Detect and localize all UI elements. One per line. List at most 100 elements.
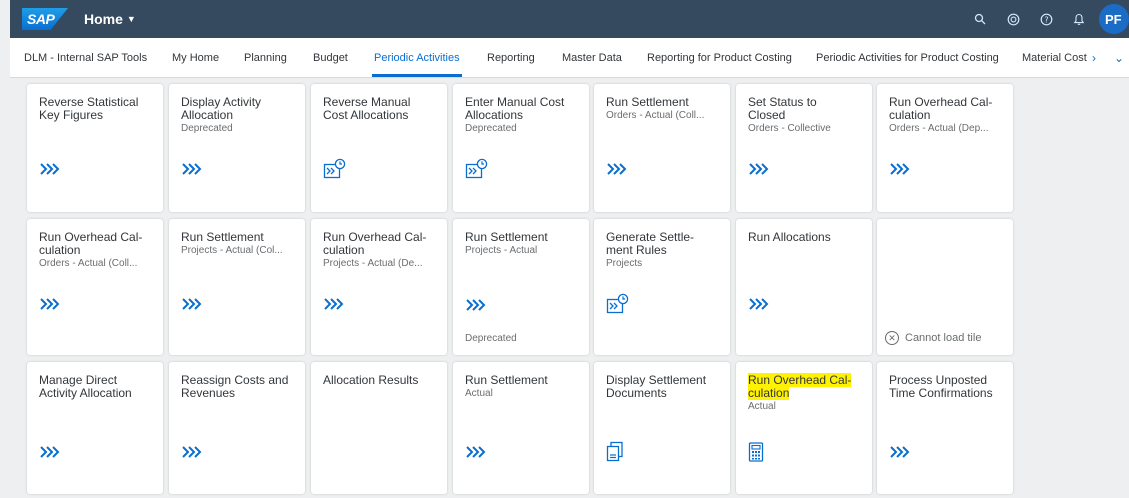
tile-display-activity-allocation[interactable]: Display Activity Allocation Deprecated <box>169 84 305 212</box>
shell-bar: SAP Home ▼ ? PF <box>10 0 1129 38</box>
chevrons-icon <box>889 441 913 463</box>
user-avatar[interactable]: PF <box>1099 4 1129 34</box>
tile-title: Process Unposted Time Confirmations <box>889 374 1009 400</box>
tile-generate-settle-ment-rules[interactable]: Generate Settle- ment Rules Projects <box>594 219 730 355</box>
scheduled-job-icon <box>606 293 630 315</box>
tile-title: Display Settlement Documents <box>606 374 726 400</box>
svg-text:?: ? <box>1044 15 1048 24</box>
chevron-down-icon[interactable]: ⌄ <box>1114 38 1124 77</box>
tile-subtitle: Projects - Actual (De... <box>323 258 423 269</box>
tile-enter-manual-cost-allocations[interactable]: Enter Manual Cost Allocations Deprecated <box>453 84 589 212</box>
chevron-right-icon[interactable]: › <box>1092 38 1096 77</box>
tile-title-text: Display Settlement Documents <box>606 373 707 400</box>
scheduled-job-icon <box>465 158 489 180</box>
chevrons-icon <box>39 293 63 315</box>
tile-reassign-costs-and-revenues[interactable]: Reassign Costs and Revenues <box>169 362 305 494</box>
tile-title: Run Settlement Actual <box>465 374 585 400</box>
notifications-icon[interactable] <box>1066 6 1092 32</box>
tile-process-unposted-time-confirmations[interactable]: Process Unposted Time Confirmations <box>877 362 1013 494</box>
tile-subtitle: Orders - Actual (Coll... <box>606 110 705 121</box>
tile-cannot-load-tile[interactable]: ✕ Cannot load tile <box>877 219 1013 355</box>
tile-run-overhead-cal-culation[interactable]: Run Overhead Cal- culation Projects - Act… <box>311 219 447 355</box>
tile-run-overhead-cal-culation[interactable]: Run Overhead Cal- culation Orders - Actua… <box>877 84 1013 212</box>
tile-error: ✕ Cannot load tile <box>885 331 981 345</box>
tab-reporting[interactable]: Reporting <box>487 38 535 77</box>
tile-subtitle: Deprecated <box>181 123 233 134</box>
tab-dlm-internal-sap-tools[interactable]: DLM - Internal SAP Tools <box>24 38 147 77</box>
tab-material-cost[interactable]: Material Cost <box>1022 38 1087 77</box>
chevrons-icon <box>748 158 772 180</box>
tile-title: Generate Settle- ment Rules Projects <box>606 231 726 270</box>
tab-periodic-activities[interactable]: Periodic Activities <box>372 38 462 77</box>
calculator-icon <box>748 441 772 463</box>
tab-periodic-activities-product-costing[interactable]: Periodic Activities for Product Costing <box>816 38 999 77</box>
tile-title: Display Activity Allocation Deprecated <box>181 96 301 135</box>
tile-title: Run Overhead Cal- culation Orders - Actua… <box>889 96 1009 135</box>
tile-display-settlement-documents[interactable]: Display Settlement Documents <box>594 362 730 494</box>
tile-subtitle: Projects - Actual <box>465 245 538 256</box>
tile-title: Manage Direct Activity Allocation <box>39 374 159 400</box>
documents-icon <box>606 441 630 463</box>
tile-title-text: Run Settlement <box>606 95 689 109</box>
help-icon[interactable]: ? <box>1033 6 1059 32</box>
tile-run-allocations[interactable]: Run Allocations <box>736 219 872 355</box>
tile-set-status-to-closed[interactable]: Set Status to Closed Orders - Collective <box>736 84 872 212</box>
chevrons-icon <box>606 158 630 180</box>
tile-title-text: Manage Direct Activity Allocation <box>39 373 132 400</box>
tile-title-text: Process Unposted Time Confirmations <box>889 373 993 400</box>
home-menu-button[interactable]: Home ▼ <box>84 11 136 27</box>
tile-reverse-manual-cost-allocations[interactable]: Reverse Manual Cost Allocations <box>311 84 447 212</box>
tile-title-text: Run Allocations <box>748 230 831 244</box>
tab-master-data[interactable]: Master Data <box>562 38 622 77</box>
tile-title: Run Overhead Cal- culation Actual <box>748 373 868 413</box>
error-circle-icon: ✕ <box>885 331 899 345</box>
tile-title: Run Settlement Projects - Actual <box>465 231 585 257</box>
tile-title-text: Run Overhead Cal- culation <box>748 373 852 400</box>
tab-reporting-product-costing[interactable]: Reporting for Product Costing <box>647 38 792 77</box>
tile-title-text: Allocation Results <box>323 373 419 387</box>
tile-title-text: Enter Manual Cost Allocations <box>465 95 565 122</box>
chevrons-icon <box>181 293 205 315</box>
tile-run-overhead-cal-culation[interactable]: Run Overhead Cal- culation Actual <box>736 362 872 494</box>
tile-subtitle: Orders - Actual (Dep... <box>889 123 989 134</box>
tile-subtitle: Actual <box>748 401 776 412</box>
chevrons-icon <box>889 158 913 180</box>
chevrons-icon <box>39 158 63 180</box>
chevrons-icon <box>323 293 347 315</box>
chevrons-icon <box>465 441 489 463</box>
caret-down-icon: ▼ <box>126 14 136 24</box>
tile-title: Run Overhead Cal- culation Projects - Act… <box>323 231 443 270</box>
scheduled-job-icon <box>323 158 347 180</box>
tile-error-text: Cannot load tile <box>905 332 982 344</box>
tab-my-home[interactable]: My Home <box>172 38 219 77</box>
tile-title-text: Generate Settle- ment Rules <box>606 230 695 257</box>
tile-manage-direct-activity-allocation[interactable]: Manage Direct Activity Allocation <box>27 362 163 494</box>
tile-title-text: Run Settlement <box>181 230 264 244</box>
tile-run-settlement[interactable]: Run Settlement Actual <box>453 362 589 494</box>
tile-run-overhead-cal-culation[interactable]: Run Overhead Cal- culation Orders - Actua… <box>27 219 163 355</box>
search-icon[interactable] <box>967 6 993 32</box>
tile-title: Allocation Results <box>323 374 443 387</box>
tile-run-settlement[interactable]: Run Settlement Projects - Actual Deprecat… <box>453 219 589 355</box>
chevrons-icon <box>181 158 205 180</box>
tile-subtitle: Actual <box>465 388 493 399</box>
tile-run-settlement[interactable]: Run Settlement Projects - Actual (Col... <box>169 219 305 355</box>
tile-title: Run Settlement Orders - Actual (Coll... <box>606 96 726 122</box>
tab-planning[interactable]: Planning <box>244 38 287 77</box>
tile-run-settlement[interactable]: Run Settlement Orders - Actual (Coll... <box>594 84 730 212</box>
tile-allocation-results[interactable]: Allocation Results <box>311 362 447 494</box>
shell-actions: ? PF <box>960 0 1129 38</box>
tab-budget[interactable]: Budget <box>313 38 348 77</box>
chevrons-icon <box>465 294 489 316</box>
tile-title-text: Reverse Statistical Key Figures <box>39 95 139 122</box>
sap-logo[interactable]: SAP <box>22 8 68 30</box>
copilot-icon[interactable] <box>1000 6 1026 32</box>
tile-title: Set Status to Closed Orders - Collective <box>748 96 868 135</box>
tile-title: Enter Manual Cost Allocations Deprecated <box>465 96 585 135</box>
tile-title-text: Run Settlement <box>465 230 548 244</box>
tile-reverse-statistical-key-figures[interactable]: Reverse Statistical Key Figures <box>27 84 163 212</box>
tile-title-text: Run Overhead Cal- culation <box>323 230 427 257</box>
home-label: Home <box>84 11 123 27</box>
tile-title-text: Reverse Manual Cost Allocations <box>323 95 411 122</box>
tile-title-text: Display Activity Allocation <box>181 95 262 122</box>
